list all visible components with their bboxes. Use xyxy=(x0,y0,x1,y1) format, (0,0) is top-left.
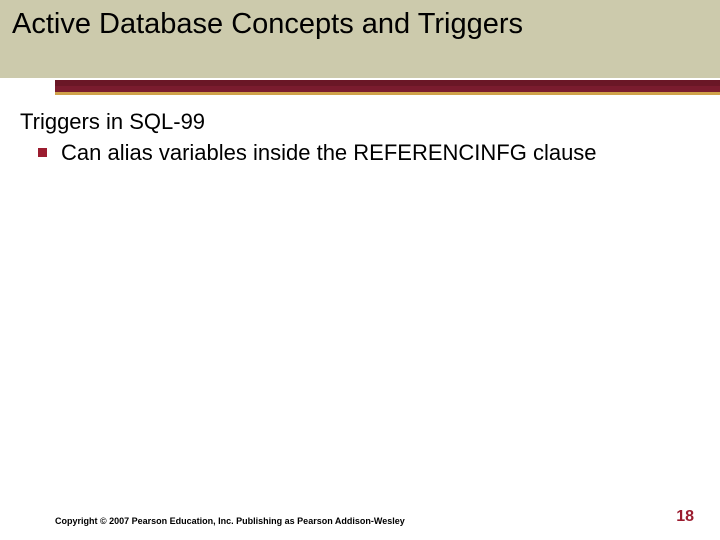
square-bullet-icon xyxy=(38,148,47,157)
bullet-text: Can alias variables inside the REFERENCI… xyxy=(61,139,700,168)
slide: Active Database Concepts and Triggers Tr… xyxy=(0,0,720,540)
page-number: 18 xyxy=(676,508,694,526)
content-heading: Triggers in SQL-99 xyxy=(20,108,700,137)
title-band: Active Database Concepts and Triggers xyxy=(0,0,720,80)
content-area: Triggers in SQL-99 Can alias variables i… xyxy=(0,98,720,167)
slide-title: Active Database Concepts and Triggers xyxy=(12,6,708,42)
footer: Copyright © 2007 Pearson Education, Inc.… xyxy=(0,508,720,526)
divider xyxy=(0,80,720,98)
divider-bar-gold xyxy=(55,92,720,95)
copyright-text: Copyright © 2007 Pearson Education, Inc.… xyxy=(55,516,405,526)
divider-bar-dark xyxy=(55,80,720,92)
bullet-item: Can alias variables inside the REFERENCI… xyxy=(20,139,700,168)
